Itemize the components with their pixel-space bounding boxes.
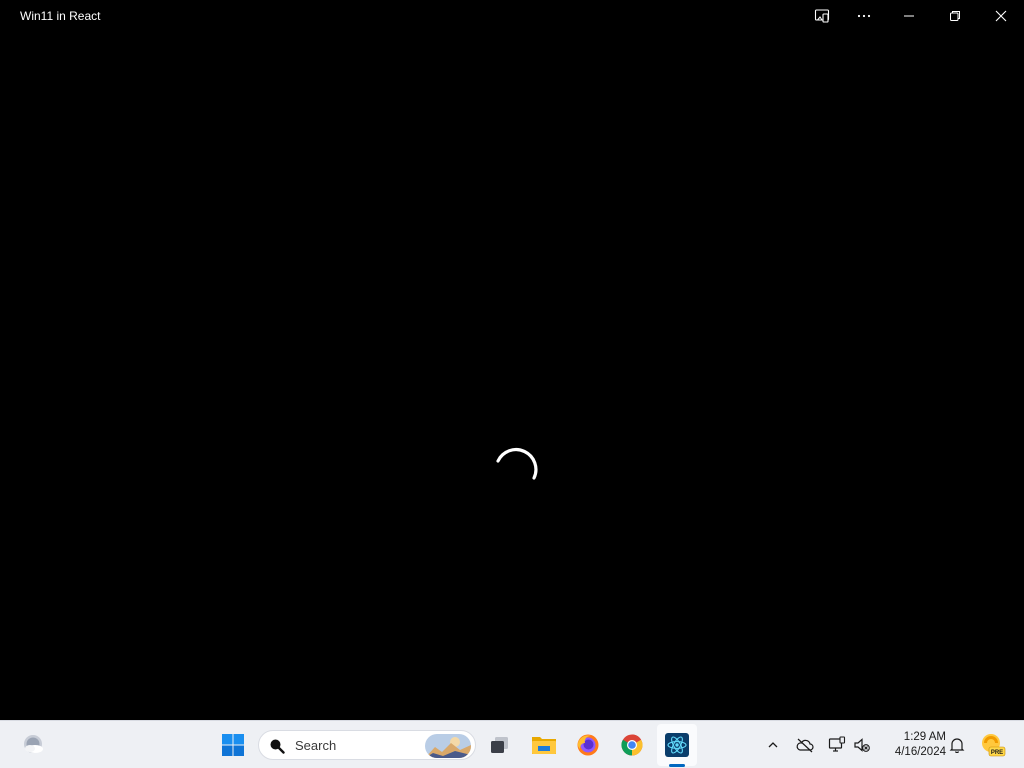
volume-muted-icon — [854, 738, 870, 752]
loading-spinner-icon — [496, 448, 538, 480]
task-view-icon — [491, 737, 508, 753]
chrome-icon — [621, 734, 643, 756]
chevron-up-icon — [768, 742, 778, 748]
close-icon — [995, 10, 1007, 22]
clock-button[interactable]: 1:29 AM 4/16/2024 — [880, 730, 946, 760]
firefox-icon — [577, 734, 599, 756]
firefox-button[interactable] — [571, 721, 605, 768]
search-highlight-image — [425, 734, 471, 758]
minimize-button[interactable] — [887, 0, 931, 32]
more-icon — [857, 14, 871, 18]
minimize-icon — [904, 15, 914, 17]
widgets-button[interactable] — [16, 721, 50, 768]
windows-start-icon — [222, 734, 244, 756]
display-button[interactable] — [824, 721, 850, 768]
onedrive-offline-icon — [796, 738, 814, 753]
start-button[interactable] — [216, 721, 250, 768]
search-placeholder: Search — [295, 738, 337, 753]
title-bar: Win11 in React — [0, 0, 1024, 32]
more-button[interactable] — [842, 0, 886, 32]
search-icon — [270, 739, 285, 754]
clock-time: 1:29 AM — [903, 731, 946, 743]
react-icon — [665, 733, 689, 757]
display-icon — [828, 736, 846, 752]
restore-icon — [950, 11, 960, 21]
chrome-button[interactable] — [615, 721, 649, 768]
bell-icon — [949, 738, 965, 753]
task-view-button[interactable] — [483, 721, 517, 768]
onedrive-button[interactable] — [792, 721, 818, 768]
weather-widget-icon — [24, 735, 43, 753]
app-content — [0, 32, 1024, 720]
pre-badge-icon: PRE — [982, 734, 1006, 757]
cast-icon — [814, 9, 830, 23]
volume-button[interactable] — [850, 721, 874, 768]
notifications-button[interactable] — [945, 721, 969, 768]
taskbar: Search 1:29 AM 4/16/2024 PRE — [0, 720, 1024, 768]
window-title: Win11 in React — [20, 9, 101, 23]
react-app-button[interactable] — [660, 721, 694, 768]
restore-button[interactable] — [933, 0, 977, 32]
file-explorer-button[interactable] — [527, 721, 561, 768]
clock-date: 4/16/2024 — [894, 746, 946, 758]
pre-badge-text: PRE — [991, 750, 1003, 756]
close-button[interactable] — [979, 0, 1023, 32]
search-box[interactable]: Search — [258, 730, 476, 760]
show-hidden-icons-button[interactable] — [762, 721, 784, 768]
cast-button[interactable] — [800, 0, 844, 32]
preview-badge-button[interactable]: PRE — [978, 721, 1008, 768]
active-app-indicator — [669, 764, 685, 767]
folder-icon — [532, 737, 556, 754]
